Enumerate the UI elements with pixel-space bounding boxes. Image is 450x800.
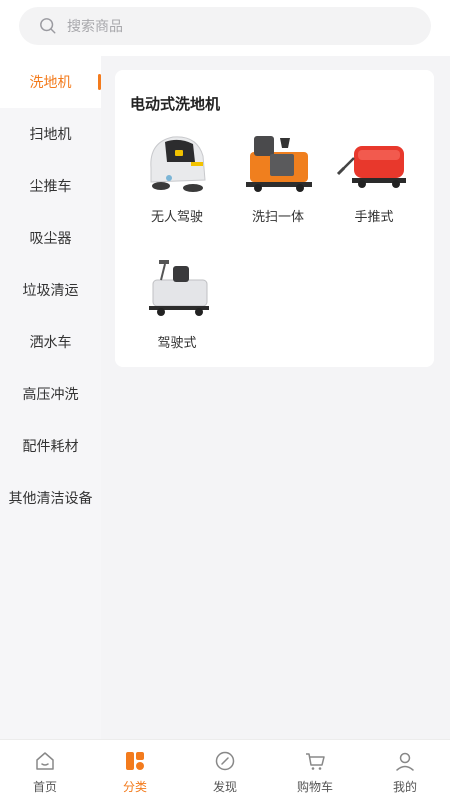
tab-label: 首页 <box>32 780 57 794</box>
category-label: 垃圾清运 <box>22 283 79 299</box>
category-label: 高压冲洗 <box>22 387 79 403</box>
subcategory-card: 电动式洗地机 无人驾驶 洗扫一体 手推式 驾驶式 <box>115 70 434 367</box>
product-ride-on[interactable]: 驾驶式 <box>132 254 222 351</box>
category-label: 尘推车 <box>29 179 72 195</box>
walk-behind-scrubber-image <box>336 146 406 188</box>
tab-profile[interactable]: 我的 <box>360 740 450 800</box>
section-title: 电动式洗地机 <box>130 95 221 113</box>
category-item-garbage-transport[interactable]: 垃圾清运 <box>0 264 101 316</box>
category-sidebar: 洗地机 扫地机 尘推车 吸尘器 垃圾清运 洒水车 高压冲洗 配件耗材 其他清洁设… <box>0 56 101 739</box>
product-sweeper-scrubber[interactable]: 洗扫一体 <box>233 128 323 225</box>
sweeper-scrubber-image <box>246 136 312 192</box>
product-label: 手推式 <box>354 210 394 225</box>
product-label: 无人驾驶 <box>150 210 203 225</box>
tab-cart[interactable]: 购物车 <box>270 740 360 800</box>
product-autonomous[interactable]: 无人驾驶 <box>132 128 222 225</box>
category-item-scrubber[interactable]: 洗地机 <box>0 56 101 108</box>
tab-label: 发现 <box>212 780 237 794</box>
home-icon <box>36 752 54 770</box>
category-label: 洗地机 <box>29 75 72 91</box>
search-input[interactable]: 搜索商品 <box>19 7 431 45</box>
search-placeholder: 搜索商品 <box>67 19 123 35</box>
tab-category[interactable]: 分类 <box>90 740 180 800</box>
product-label: 驾驶式 <box>157 336 197 351</box>
product-label: 洗扫一体 <box>251 210 304 225</box>
category-label: 洒水车 <box>29 335 72 351</box>
tab-home[interactable]: 首页 <box>0 740 90 800</box>
bottom-tab-bar: 首页 分类 发现 购物车 我的 <box>0 739 450 800</box>
tab-discover[interactable]: 发现 <box>180 740 270 800</box>
search-header: 搜索商品 <box>0 0 450 56</box>
tab-label: 分类 <box>122 780 147 794</box>
category-item-vacuum[interactable]: 吸尘器 <box>0 212 101 264</box>
compass-icon <box>215 751 235 771</box>
category-label: 吸尘器 <box>29 231 72 247</box>
search-icon <box>40 18 56 34</box>
category-item-sprinkler-truck[interactable]: 洒水车 <box>0 316 101 368</box>
category-icon <box>126 752 144 770</box>
category-item-sweeper[interactable]: 扫地机 <box>0 108 101 160</box>
product-walk-behind[interactable]: 手推式 <box>329 128 419 225</box>
category-item-parts[interactable]: 配件耗材 <box>0 420 101 472</box>
category-item-other-equipment[interactable]: 其他清洁设备 <box>0 472 101 524</box>
category-label: 配件耗材 <box>22 439 79 455</box>
category-label: 其他清洁设备 <box>8 491 93 507</box>
ride-on-scrubber-image <box>149 260 209 316</box>
category-label: 扫地机 <box>29 127 72 143</box>
autonomous-scrubber-image <box>150 136 206 192</box>
tab-label: 购物车 <box>296 780 333 794</box>
category-item-dust-mop-cart[interactable]: 尘推车 <box>0 160 101 212</box>
cart-icon <box>306 753 325 770</box>
active-indicator <box>98 74 101 90</box>
category-item-pressure-washer[interactable]: 高压冲洗 <box>0 368 101 420</box>
user-icon <box>396 752 414 771</box>
tab-label: 我的 <box>392 780 417 794</box>
